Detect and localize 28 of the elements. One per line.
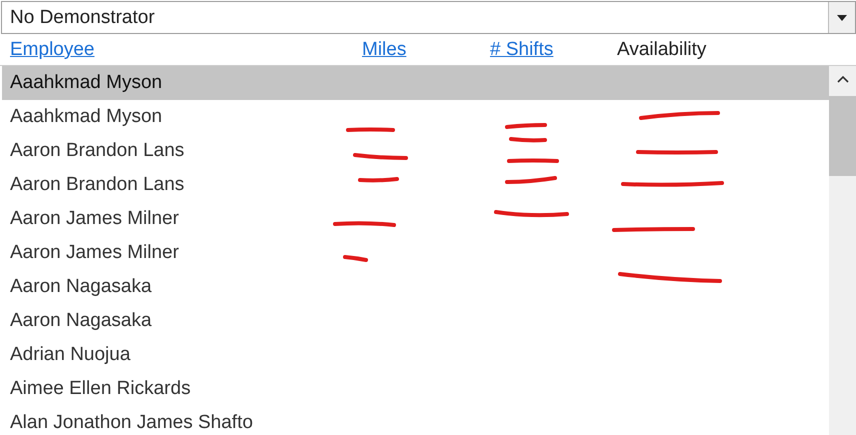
dropdown-value: No Demonstrator bbox=[9, 6, 156, 28]
employee-row[interactable]: Aaahkmad Myson bbox=[2, 66, 829, 100]
employee-row[interactable]: Aaron Brandon Lans bbox=[2, 134, 829, 168]
column-sort-link[interactable]: # Shifts bbox=[490, 39, 554, 61]
employee-row[interactable]: Adrian Nuojua bbox=[2, 338, 829, 372]
column-sort-link[interactable]: Employee bbox=[10, 39, 94, 61]
redaction-stroke bbox=[346, 128, 395, 132]
redaction-stroke bbox=[333, 221, 396, 227]
column-sort-link[interactable]: Miles bbox=[362, 39, 406, 61]
column-header: Availability bbox=[617, 39, 706, 61]
redaction-stroke bbox=[358, 177, 399, 182]
employee-row[interactable]: Aimee Ellen Rickards bbox=[2, 372, 829, 406]
redaction-stroke bbox=[509, 137, 547, 142]
redaction-stroke bbox=[505, 123, 547, 129]
employee-row[interactable]: Aaron Nagasaka bbox=[2, 304, 829, 338]
employee-row[interactable]: Aaron Brandon Lans bbox=[2, 168, 829, 202]
redaction-stroke bbox=[343, 255, 368, 262]
scrollbar-thumb[interactable] bbox=[829, 96, 856, 176]
redaction-stroke bbox=[507, 158, 559, 163]
scrollbar[interactable] bbox=[829, 66, 856, 435]
employee-row[interactable]: Aaahkmad Myson bbox=[2, 100, 829, 134]
redaction-stroke bbox=[505, 176, 557, 184]
employee-row[interactable]: Aaron James Milner bbox=[2, 236, 829, 270]
demonstrator-dropdown[interactable]: No Demonstrator bbox=[1, 1, 856, 34]
redaction-stroke bbox=[353, 153, 408, 160]
employee-row[interactable]: Aaron Nagasaka bbox=[2, 270, 829, 304]
employee-row[interactable]: Aaron James Milner bbox=[2, 202, 829, 236]
employee-row[interactable]: Alan Jonathon James Shafto bbox=[2, 406, 829, 435]
